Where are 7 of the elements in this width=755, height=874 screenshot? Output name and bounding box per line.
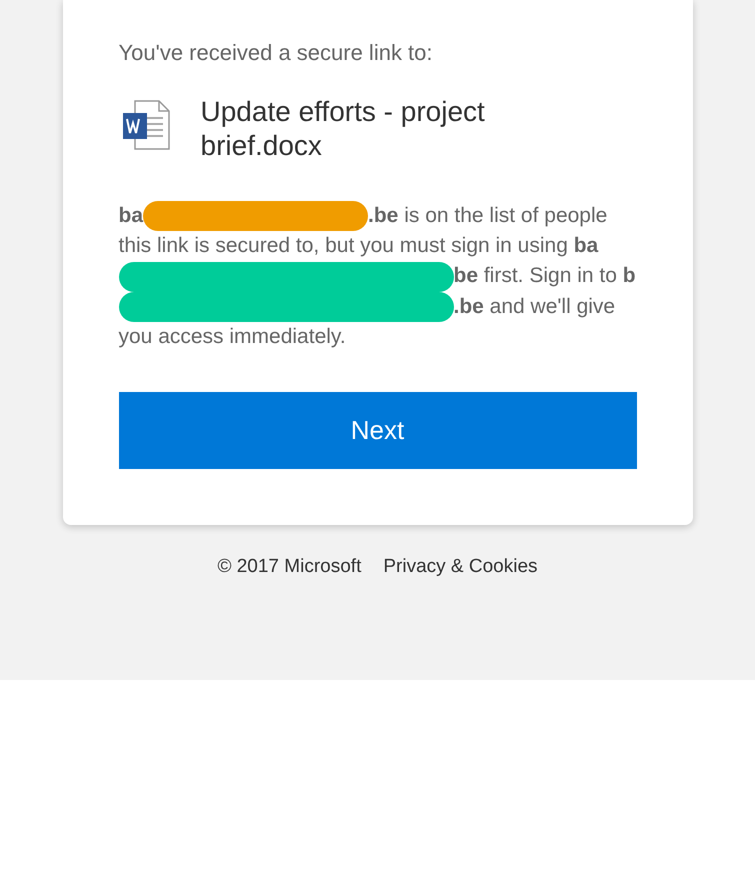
copyright-text: © 2017 Microsoft xyxy=(217,555,362,580)
file-name: Update efforts - project brief.docx xyxy=(200,95,486,163)
message-text: ba .be is on the list of people this link is secured to, but you must sign in using ba be first. Sign in to b .be and we'll give you access immediately. xyxy=(118,201,636,352)
privacy-link[interactable]: Privacy & Cookies xyxy=(383,553,538,582)
next-button[interactable]: Next xyxy=(118,392,636,470)
word-document-icon xyxy=(122,99,170,151)
intro-text: You've received a secure link to: xyxy=(118,39,434,67)
